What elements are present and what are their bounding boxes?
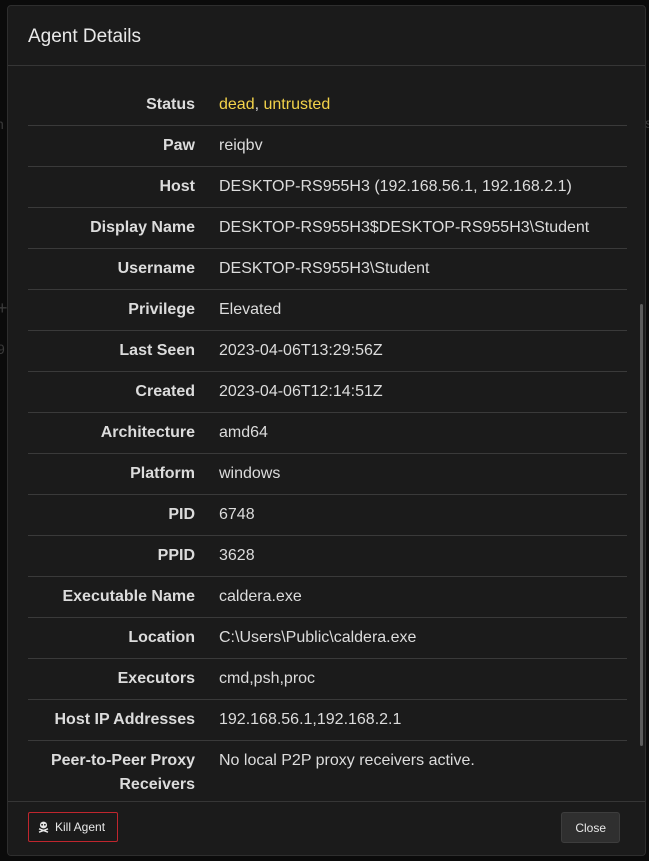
skull-crossbones-icon [38, 821, 49, 833]
background-glyph: 9 [0, 341, 5, 357]
detail-label: Last Seen [28, 330, 219, 372]
detail-label: Status [28, 85, 219, 126]
detail-value-executable-name: caldera.exe [219, 576, 627, 618]
detail-label: Executors [28, 658, 219, 700]
detail-row-ppid: PPID 3628 [28, 535, 627, 577]
modal-scrollbar[interactable] [640, 304, 643, 746]
detail-label: Peer-to-Peer Proxy Receivers [50, 752, 195, 793]
detail-row-host-ip-addresses: Host IP Addresses 192.168.56.1,192.168.2.… [28, 699, 627, 741]
detail-label: Privilege [28, 289, 219, 331]
detail-row-peer-to-peer-proxy-receivers: Peer-to-Peer Proxy Receivers No local P2P… [28, 741, 627, 804]
detail-label: Location [28, 617, 219, 659]
detail-row-architecture: Architecture amd64 [28, 412, 627, 454]
kill-agent-button[interactable]: Kill Agent [28, 812, 119, 842]
detail-label: Username [28, 248, 219, 290]
detail-label: Display Name [28, 207, 219, 249]
detail-row-status: Status dead, untrusted [28, 85, 627, 126]
detail-value-host-ip-addresses: 192.168.56.1,192.168.2.1 [219, 699, 627, 741]
detail-row-privilege: Privilege Elevated [28, 289, 627, 331]
status-separator: , [254, 96, 260, 113]
detail-row-platform: Platform windows [28, 453, 627, 495]
detail-row-executors: Executors cmd,psh,proc [28, 658, 627, 700]
detail-value-executors: cmd,psh,proc [219, 658, 627, 700]
detail-label: Platform [28, 453, 219, 495]
detail-row-host: Host DESKTOP-RS955H3 (192.168.56.1, 192.1… [28, 166, 627, 208]
detail-row-created: Created 2023-04-06T12:14:51Z [28, 371, 627, 413]
modal-body[interactable]: Status dead, untrusted Paw reiqbv Host DESK… [8, 66, 645, 803]
detail-label: Host IP Addresses [28, 699, 219, 741]
modal-title: Agent Details [28, 26, 142, 47]
detail-label: Executable Name [28, 576, 219, 618]
background-glyph: n [0, 116, 4, 132]
detail-row-paw: Paw reiqbv [28, 125, 627, 167]
detail-row-last-seen: Last Seen 2023-04-06T13:29:56Z [28, 330, 627, 372]
close-button[interactable]: Close [561, 812, 620, 843]
detail-value-privilege: Elevated [219, 289, 627, 331]
detail-row-executable-name: Executable Name caldera.exe [28, 576, 627, 618]
detail-row-display-name: Display Name DESKTOP-RS955H3$DESKTOP-RS95… [28, 207, 627, 249]
detail-value-ppid: 3628 [219, 535, 627, 577]
detail-label: Host [28, 166, 219, 208]
detail-value-paw: reiqbv [219, 125, 627, 167]
detail-label: Created [28, 371, 219, 413]
detail-label: Paw [28, 125, 219, 167]
detail-row-pid: PID 6748 [28, 494, 627, 536]
detail-row-username: Username DESKTOP-RS955H3\Student [28, 248, 627, 290]
detail-label: PID [28, 494, 219, 536]
detail-value-platform: windows [219, 453, 627, 495]
status-dead: dead [219, 96, 255, 113]
detail-row-location: Location C:\Users\Public\caldera.exe [28, 617, 627, 659]
kill-agent-label: Kill Agent [55, 820, 106, 834]
detail-value-status: dead, untrusted [219, 85, 627, 126]
detail-value-display-name: DESKTOP-RS955H3$DESKTOP-RS955H3\Student [219, 207, 627, 249]
detail-value-host: DESKTOP-RS955H3 (192.168.56.1, 192.168.2… [219, 166, 627, 208]
detail-value-architecture: amd64 [219, 412, 627, 454]
detail-value-peer-to-peer-proxy-receivers: No local P2P proxy receivers active. [219, 752, 475, 769]
detail-value-location: C:\Users\Public\caldera.exe [219, 617, 627, 659]
agent-details-table: Status dead, untrusted Paw reiqbv Host DESK… [28, 85, 627, 803]
detail-value-last-seen: 2023-04-06T13:29:56Z [219, 330, 627, 372]
detail-value-username: DESKTOP-RS955H3\Student [219, 248, 627, 290]
agent-details-modal: Agent Details Status dead, untrusted Paw… [7, 5, 646, 856]
status-untrusted: untrusted [263, 96, 331, 113]
detail-label: PPID [28, 535, 219, 577]
modal-footer: Kill Agent Close [8, 801, 645, 855]
detail-value-pid: 6748 [219, 494, 627, 536]
detail-label: Architecture [28, 412, 219, 454]
modal-header: Agent Details [8, 6, 645, 66]
detail-value-created: 2023-04-06T12:14:51Z [219, 371, 627, 413]
